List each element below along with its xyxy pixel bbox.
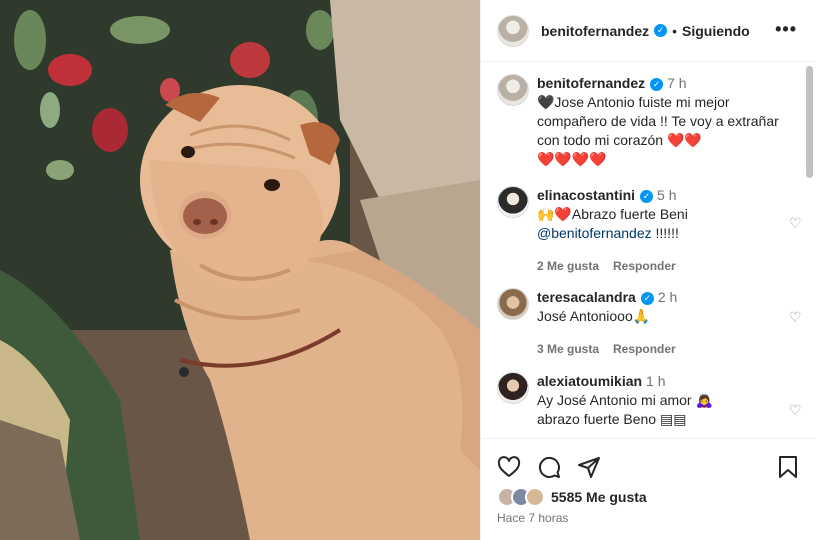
post-photo[interactable] <box>0 0 480 540</box>
share-icon[interactable] <box>577 455 601 479</box>
comment-text: Ay José Antonio mi amor 🙇‍♀️ <box>537 392 713 408</box>
comment-time[interactable]: 5 h <box>657 187 676 203</box>
verified-icon: ✓ <box>650 78 664 91</box>
comment-username[interactable]: elinacostantini <box>537 187 635 203</box>
comment-item: alexiatoumikian 1 h Ay José Antonio mi am… <box>497 372 785 429</box>
comment-item: teresacalandra ✓ 2 h José Antoniooo🙏 3 Me … <box>497 288 785 359</box>
comment-username[interactable]: teresacalandra <box>537 289 636 305</box>
post-timestamp[interactable]: Hace 7 horas <box>497 511 568 525</box>
comment-username[interactable]: alexiatoumikian <box>537 373 642 389</box>
more-icon[interactable]: ••• <box>775 20 797 38</box>
scrollbar-thumb[interactable] <box>806 66 813 178</box>
comment-heart-icon[interactable]: ♡ <box>789 310 803 324</box>
caption-time[interactable]: 7 h <box>667 75 686 91</box>
caption-hearts: ❤️❤️ <box>666 132 702 148</box>
following-button[interactable]: Siguiendo <box>682 23 750 39</box>
caption: benitofernandez ✓ 7 h 🖤Jose Antonio fuiste… <box>497 74 785 169</box>
author-avatar[interactable] <box>497 14 529 47</box>
comment-icon[interactable] <box>537 455 561 479</box>
comment-avatar[interactable] <box>497 288 529 320</box>
verified-icon: ✓ <box>654 24 668 37</box>
caption-hearts-line2: ❤️❤️❤️❤️ <box>537 151 607 167</box>
caption-username[interactable]: benitofernandez <box>537 75 645 91</box>
caption-avatar[interactable] <box>497 74 529 106</box>
post-side-panel: benitofernandez ✓ • Siguiendo ••• benito… <box>480 0 816 540</box>
comment-mention[interactable]: @benitofernandez <box>537 225 652 241</box>
post-actions: 5585 Me gusta Hace 7 horas <box>481 438 816 540</box>
comment-text: José Antoniooo🙏 <box>537 308 651 324</box>
reply-button[interactable]: Responder <box>613 342 676 356</box>
comment-avatar[interactable] <box>497 186 529 218</box>
comment-meta: 2 Me gusta Responder <box>537 257 785 276</box>
verified-icon: ✓ <box>640 292 654 305</box>
comment-item: elinacostantini ✓ 5 h 🙌❤️Abrazo fuerte Ben… <box>497 186 785 276</box>
reply-button[interactable]: Responder <box>613 259 676 273</box>
likes-count[interactable]: 5585 Me gusta <box>551 489 647 505</box>
action-icons <box>497 455 601 479</box>
author-username[interactable]: benitofernandez <box>541 23 649 39</box>
comment-avatar[interactable] <box>497 372 529 404</box>
comments-list[interactable]: benitofernandez ✓ 7 h 🖤Jose Antonio fuiste… <box>481 62 816 438</box>
post-header: benitofernandez ✓ • Siguiendo ••• <box>481 0 816 62</box>
comment-body: elinacostantini ✓ 5 h 🙌❤️Abrazo fuerte Ben… <box>537 186 785 276</box>
comment-text-line2: abrazo fuerte Beno ▤▤ <box>537 411 687 427</box>
comment-heart-icon[interactable]: ♡ <box>789 403 803 417</box>
comments-scrollbar[interactable] <box>804 62 815 438</box>
verified-icon: ✓ <box>640 190 654 203</box>
comment-text: Abrazo fuerte Beni <box>571 206 688 222</box>
comment-tail: !!!!!! <box>651 225 679 241</box>
heart-icon[interactable] <box>497 455 521 479</box>
caption-body: benitofernandez ✓ 7 h 🖤Jose Antonio fuiste… <box>537 74 785 169</box>
bookmark-icon[interactable] <box>777 455 799 479</box>
comment-body: alexiatoumikian 1 h Ay José Antonio mi am… <box>537 372 785 429</box>
comment-likes[interactable]: 2 Me gusta <box>537 259 599 273</box>
comment-emoji: 🙌❤️ <box>537 206 572 222</box>
liker-avatar[interactable] <box>525 487 545 507</box>
dog-photo-image <box>0 0 480 540</box>
comment-body: teresacalandra ✓ 2 h José Antoniooo🙏 3 Me … <box>537 288 785 359</box>
caption-text: 🖤Jose Antonio fuiste mi mejor compañero … <box>537 94 779 148</box>
comment-time[interactable]: 2 h <box>658 289 677 305</box>
comment-meta: 3 Me gusta Responder <box>537 340 785 359</box>
separator-dot: • <box>672 22 678 39</box>
comment-time[interactable]: 1 h <box>646 373 665 389</box>
likes-row: 5585 Me gusta <box>497 487 647 507</box>
comment-heart-icon[interactable]: ♡ <box>789 216 803 230</box>
comment-likes[interactable]: 3 Me gusta <box>537 342 599 356</box>
